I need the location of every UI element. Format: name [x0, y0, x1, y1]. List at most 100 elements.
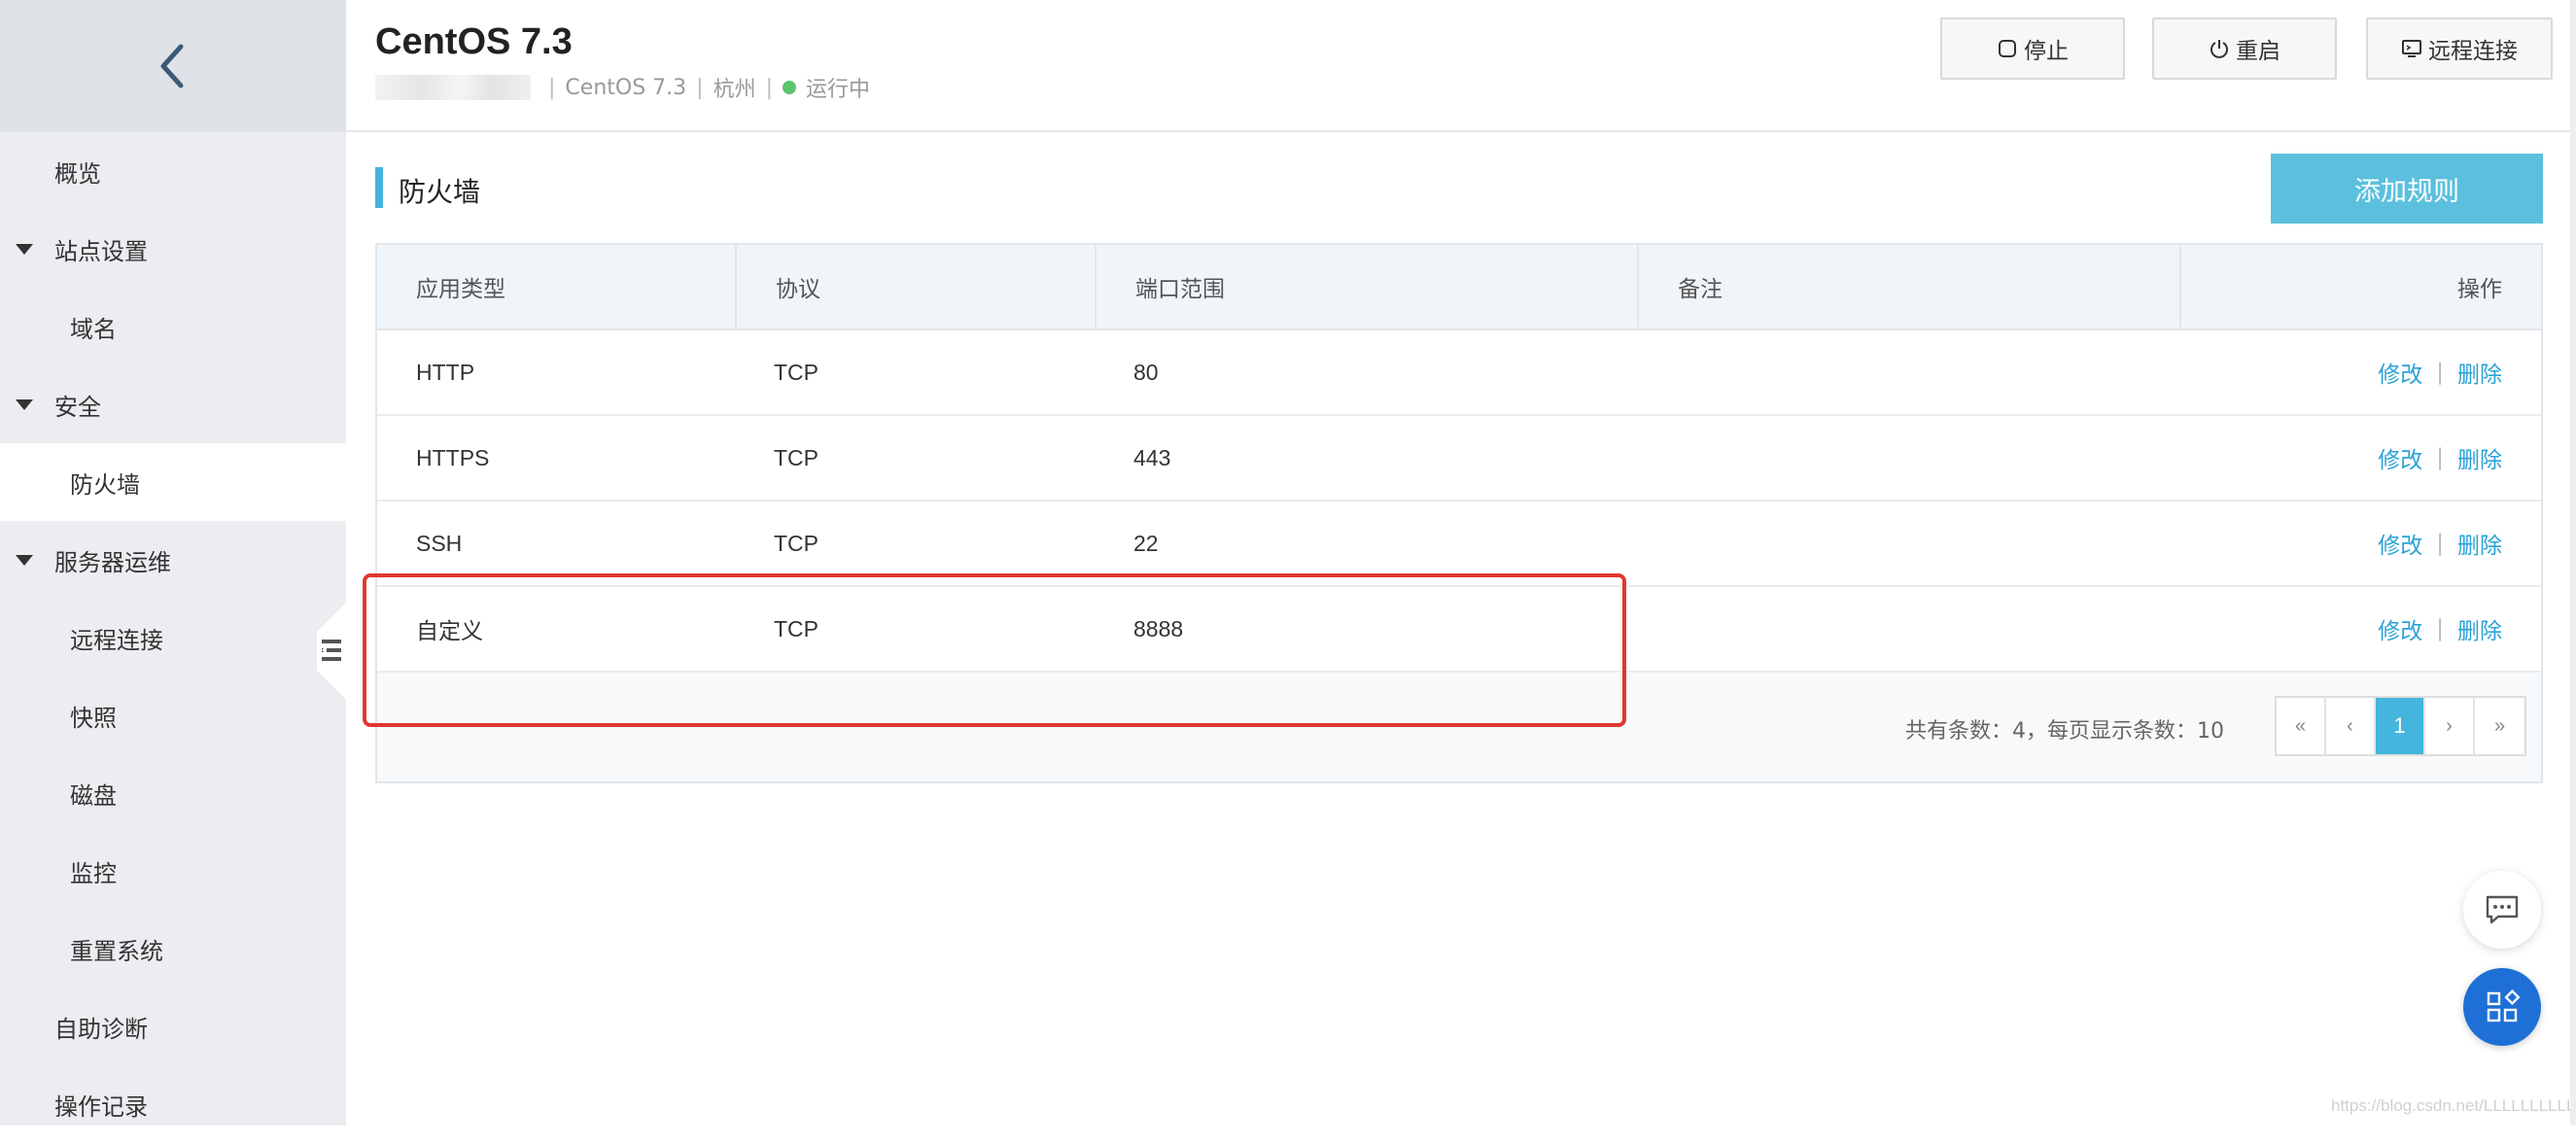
sidebar-item-label: 域名 — [70, 315, 117, 343]
restart-button[interactable]: 重启 — [2152, 17, 2337, 80]
instance-region: 杭州 — [713, 78, 756, 102]
delete-link[interactable]: 删除 — [2457, 356, 2502, 389]
remote-connect-button[interactable]: 远程连接 — [2366, 17, 2553, 80]
collapse-icon — [322, 640, 341, 661]
table-header: 应用类型 协议 端口范围 备注 操作 — [377, 245, 2541, 330]
pagination-summary: 共有条数：4，每页显示条数：10 — [1905, 719, 2224, 744]
table-row: HTTP TCP 80 修改 | 删除 — [377, 330, 2541, 416]
last-page-button[interactable]: » — [2475, 698, 2524, 754]
sidebar-item-label: 操作记录 — [54, 1092, 148, 1121]
sidebar-item-label: 远程连接 — [70, 626, 163, 654]
cell-protocol: TCP — [774, 359, 818, 385]
row-actions: 修改 | 删除 — [2378, 416, 2502, 500]
sidebar: 概览 站点设置 域名 安全 防火墙 服务器运维 远程连接 快照 磁盘 监控 重置… — [0, 0, 346, 1126]
sidebar-item-label: 监控 — [70, 859, 117, 887]
next-page-button[interactable]: › — [2425, 698, 2475, 754]
instance-meta: | CentOS 7.3 | 杭州 | 运行中 — [375, 72, 870, 103]
instance-header: CentOS 7.3 | CentOS 7.3 | 杭州 | 运行中 停止 重启… — [346, 0, 2576, 132]
sidebar-item-label: 防火墙 — [70, 470, 140, 499]
edit-link[interactable]: 修改 — [2378, 356, 2422, 389]
cell-app-type: HTTP — [416, 359, 475, 385]
instance-status: 运行中 — [806, 78, 871, 102]
column-header-port-range: 端口范围 — [1097, 245, 1639, 329]
sidebar-item-label: 服务器运维 — [54, 548, 171, 576]
prev-page-button[interactable]: ‹ — [2326, 698, 2376, 754]
delete-link[interactable]: 删除 — [2457, 612, 2502, 645]
sidebar-item-remote-connect[interactable]: 远程连接 — [0, 599, 346, 676]
sidebar-item-operation-log[interactable]: 操作记录 — [0, 1065, 346, 1143]
cell-protocol: TCP — [774, 530, 818, 556]
pagination: « ‹ 1 › » — [2275, 696, 2526, 756]
watermark: https://blog.csdn.net/LLLLLLLLLLL — [2331, 1096, 2576, 1115]
apps-button[interactable] — [2463, 968, 2541, 1046]
sidebar-item-firewall[interactable]: 防火墙 — [0, 443, 346, 521]
table-row: HTTPS TCP 443 修改 | 删除 — [377, 416, 2541, 502]
monitor-icon — [2402, 40, 2421, 57]
sidebar-item-label: 重置系统 — [70, 937, 163, 965]
sidebar-item-overview[interactable]: 概览 — [0, 132, 346, 210]
firewall-table: 应用类型 协议 端口范围 备注 操作 HTTP TCP 80 修改 | 删除 H… — [375, 243, 2543, 783]
sidebar-item-label: 磁盘 — [70, 781, 117, 810]
restart-button-label: 重启 — [2236, 39, 2280, 64]
chat-icon — [2486, 895, 2519, 924]
caret-down-icon — [16, 399, 33, 410]
page-button-current[interactable]: 1 — [2376, 698, 2425, 754]
instance-os: CentOS 7.3 — [565, 75, 687, 100]
cell-port: 8888 — [1133, 615, 1184, 641]
cell-port: 80 — [1133, 359, 1159, 385]
add-rule-button[interactable]: 添加规则 — [2271, 154, 2543, 224]
column-header-app-type: 应用类型 — [377, 245, 737, 329]
separator: | — [765, 75, 774, 100]
edit-link[interactable]: 修改 — [2378, 527, 2422, 560]
sidebar-item-label: 概览 — [54, 159, 101, 188]
column-header-actions: 操作 — [2457, 277, 2502, 302]
back-button[interactable] — [0, 0, 346, 132]
sidebar-item-self-diagnosis[interactable]: 自助诊断 — [0, 987, 346, 1065]
sidebar-group-site-settings[interactable]: 站点设置 — [0, 210, 346, 288]
sidebar-item-label: 站点设置 — [54, 237, 148, 265]
delete-link[interactable]: 删除 — [2457, 441, 2502, 474]
sidebar-nav: 概览 站点设置 域名 安全 防火墙 服务器运维 远程连接 快照 磁盘 监控 重置… — [0, 132, 346, 1143]
cell-port: 443 — [1133, 444, 1171, 470]
edit-link[interactable]: 修改 — [2378, 612, 2422, 645]
first-page-button[interactable]: « — [2277, 698, 2326, 754]
section-title: 防火墙 — [399, 176, 481, 208]
chat-button[interactable] — [2463, 871, 2541, 949]
stop-icon — [1999, 40, 2016, 57]
apps-icon — [2487, 989, 2521, 1022]
separator: | — [2436, 360, 2444, 385]
cell-app-type: SSH — [416, 530, 463, 556]
instance-title: CentOS 7.3 — [375, 21, 573, 62]
table-row: SSH TCP 22 修改 | 删除 — [377, 502, 2541, 587]
cell-protocol: TCP — [774, 615, 818, 641]
caret-down-icon — [16, 244, 33, 255]
cell-app-type: HTTPS — [416, 444, 490, 470]
cell-protocol: TCP — [774, 444, 818, 470]
sidebar-item-domain[interactable]: 域名 — [0, 288, 346, 365]
cell-port: 22 — [1133, 530, 1159, 556]
sidebar-item-disk[interactable]: 磁盘 — [0, 754, 346, 832]
separator: | — [2436, 616, 2444, 641]
sidebar-item-snapshot[interactable]: 快照 — [0, 676, 346, 754]
caret-down-icon — [16, 555, 33, 566]
row-actions: 修改 | 删除 — [2378, 587, 2502, 671]
separator: | — [2436, 445, 2444, 470]
table-row: 自定义 TCP 8888 修改 | 删除 — [377, 587, 2541, 673]
sidebar-item-monitor[interactable]: 监控 — [0, 832, 346, 910]
section-accent-bar — [375, 167, 383, 208]
status-dot-icon — [783, 81, 797, 94]
scrollbar-track[interactable] — [2570, 0, 2576, 1126]
edit-link[interactable]: 修改 — [2378, 441, 2422, 474]
sidebar-group-server-ops[interactable]: 服务器运维 — [0, 521, 346, 599]
delete-link[interactable]: 删除 — [2457, 527, 2502, 560]
column-header-protocol: 协议 — [737, 245, 1097, 329]
stop-button-label: 停止 — [2024, 39, 2069, 64]
separator: | — [2436, 531, 2444, 556]
stop-button[interactable]: 停止 — [1940, 17, 2125, 80]
cell-app-type: 自定义 — [416, 618, 483, 643]
remote-connect-button-label: 远程连接 — [2428, 39, 2518, 64]
sidebar-item-reset-system[interactable]: 重置系统 — [0, 910, 346, 987]
row-actions: 修改 | 删除 — [2378, 502, 2502, 585]
sidebar-item-label: 自助诊断 — [54, 1015, 148, 1043]
sidebar-group-security[interactable]: 安全 — [0, 365, 346, 443]
